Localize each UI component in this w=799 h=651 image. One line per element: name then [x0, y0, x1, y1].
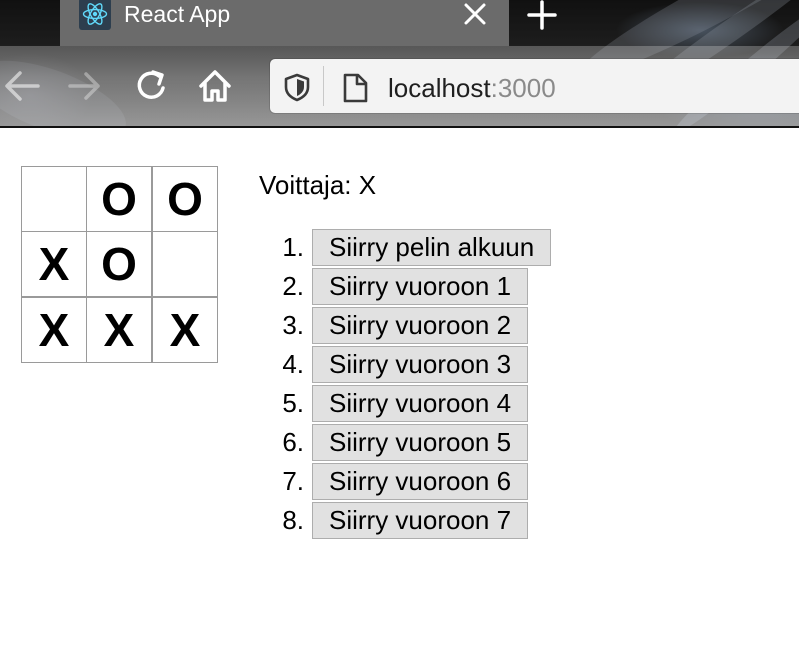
move-number: 1. — [282, 232, 304, 262]
move-number: 7. — [282, 466, 304, 496]
move-button-start[interactable]: Siirry pelin alkuun — [312, 229, 552, 266]
move-list-item: 2. Siirry vuoroon 1 — [248, 268, 551, 307]
move-button-2[interactable]: Siirry vuoroon 2 — [312, 307, 529, 344]
board-square-6[interactable] — [152, 231, 218, 297]
tab-title: React App — [124, 1, 231, 27]
move-number: 2. — [282, 271, 304, 301]
forward-arrow-icon[interactable] — [64, 66, 104, 106]
move-button-5[interactable]: Siirry vuoroon 5 — [312, 424, 529, 461]
board-square-4[interactable]: X — [21, 231, 87, 297]
board-square-3[interactable]: O — [152, 166, 218, 232]
move-list-item: 1. Siirry pelin alkuun — [248, 229, 552, 268]
url-text[interactable]: localhost:3000 — [388, 73, 556, 104]
shield-icon[interactable] — [283, 72, 311, 102]
reload-icon[interactable] — [133, 66, 171, 106]
move-history-list: 1. Siirry pelin alkuun 2. Siirry vuoroon 1… — [248, 229, 552, 541]
url-separator — [323, 66, 324, 106]
move-list-item: 6. Siirry vuoroon 5 — [248, 424, 551, 463]
game-status: Voittaja: X — [259, 170, 377, 200]
move-number: 6. — [282, 427, 304, 457]
move-button-1[interactable]: Siirry vuoroon 1 — [312, 268, 529, 305]
board-square-5[interactable]: O — [86, 231, 152, 297]
page-icon[interactable] — [340, 72, 370, 104]
move-list-item: 8. Siirry vuoroon 7 — [248, 502, 551, 541]
board-square-2[interactable]: O — [86, 166, 152, 232]
home-icon[interactable] — [196, 66, 234, 106]
game-board: O O X O X X X — [21, 166, 219, 364]
url-host: localhost — [388, 73, 491, 103]
move-button-4[interactable]: Siirry vuoroon 4 — [312, 385, 529, 422]
move-list-item: 5. Siirry vuoroon 4 — [248, 385, 551, 424]
move-button-6[interactable]: Siirry vuoroon 6 — [312, 463, 529, 500]
url-port: :3000 — [490, 73, 556, 103]
move-number: 4. — [282, 349, 304, 379]
back-arrow-icon[interactable] — [0, 60, 46, 112]
move-number: 8. — [282, 505, 304, 535]
move-list-item: 3. Siirry vuoroon 2 — [248, 307, 551, 346]
board-square-7[interactable]: X — [21, 297, 87, 363]
move-button-3[interactable]: Siirry vuoroon 3 — [312, 346, 529, 383]
board-square-9[interactable]: X — [152, 297, 218, 363]
tab-close-icon[interactable] — [462, 1, 488, 27]
react-favicon-icon — [79, 0, 111, 30]
move-list-item: 7. Siirry vuoroon 6 — [248, 463, 551, 502]
board-square-8[interactable]: X — [86, 297, 152, 363]
move-number: 5. — [282, 388, 304, 418]
move-number: 3. — [282, 310, 304, 340]
new-tab-plus-icon[interactable] — [526, 0, 558, 31]
move-list-item: 4. Siirry vuoroon 3 — [248, 346, 551, 385]
move-button-7[interactable]: Siirry vuoroon 7 — [312, 502, 529, 539]
board-square-1[interactable] — [21, 166, 87, 232]
